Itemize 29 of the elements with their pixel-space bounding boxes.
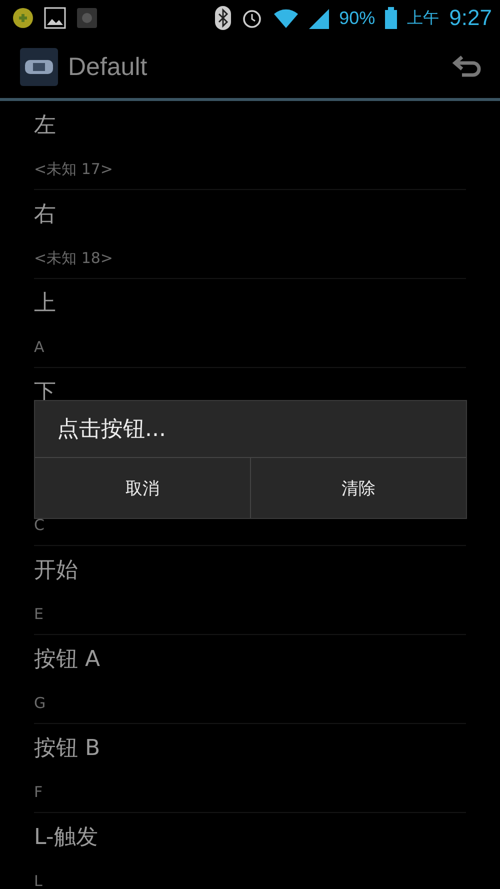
camera-app-icon: [76, 7, 98, 29]
setting-value: F: [34, 782, 44, 802]
setting-value: <未知 17>: [34, 159, 114, 179]
setting-title: 开始: [34, 557, 79, 585]
alarm-icon: [241, 7, 264, 29]
battery-percent: 90%: [339, 8, 376, 28]
battery-icon: [385, 7, 398, 29]
am-pm: 上午: [407, 8, 440, 28]
screen-title: Default: [68, 52, 148, 82]
clock: 9:27: [449, 5, 492, 31]
back-icon[interactable]: [452, 54, 482, 80]
image-icon: [44, 7, 66, 29]
handheld-console-icon[interactable]: [20, 48, 58, 86]
bluetooth-icon: [215, 6, 232, 30]
setting-title: 左: [34, 112, 57, 140]
setting-value: G: [34, 693, 47, 713]
setting-value: <未知 18>: [34, 248, 114, 268]
setting-value: E: [34, 604, 44, 624]
setting-value: L: [34, 871, 44, 889]
setting-value: A: [34, 337, 46, 357]
setting-title: 按钮 B: [34, 735, 102, 763]
setting-value: C: [34, 515, 46, 535]
signal-icon: [309, 7, 330, 29]
setting-title: 上: [34, 290, 57, 318]
setting-title: 右: [34, 201, 57, 229]
game-app-icon: [12, 7, 34, 29]
wifi-icon: [273, 7, 300, 29]
setting-title: 按钮 A: [34, 646, 102, 674]
setting-title: L-触发: [34, 824, 99, 852]
